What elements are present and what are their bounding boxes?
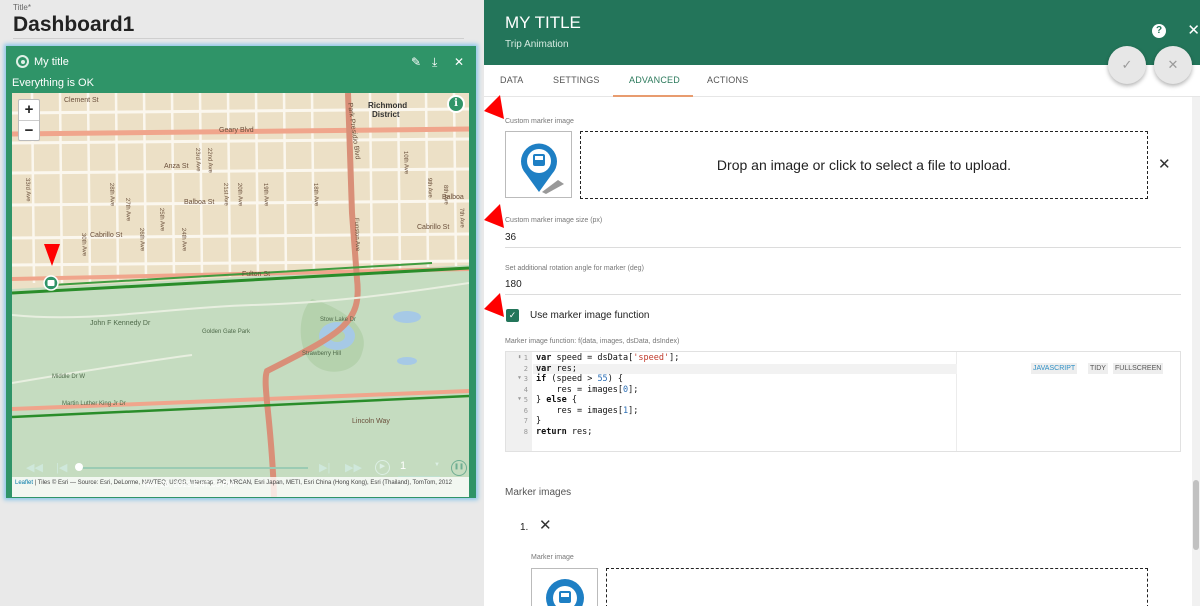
annotation-arrow	[484, 293, 504, 317]
annotation-overlay	[44, 95, 504, 317]
annotation-arrow	[484, 95, 504, 119]
annotation-arrow	[484, 204, 504, 228]
annotation-arrow	[44, 244, 60, 266]
